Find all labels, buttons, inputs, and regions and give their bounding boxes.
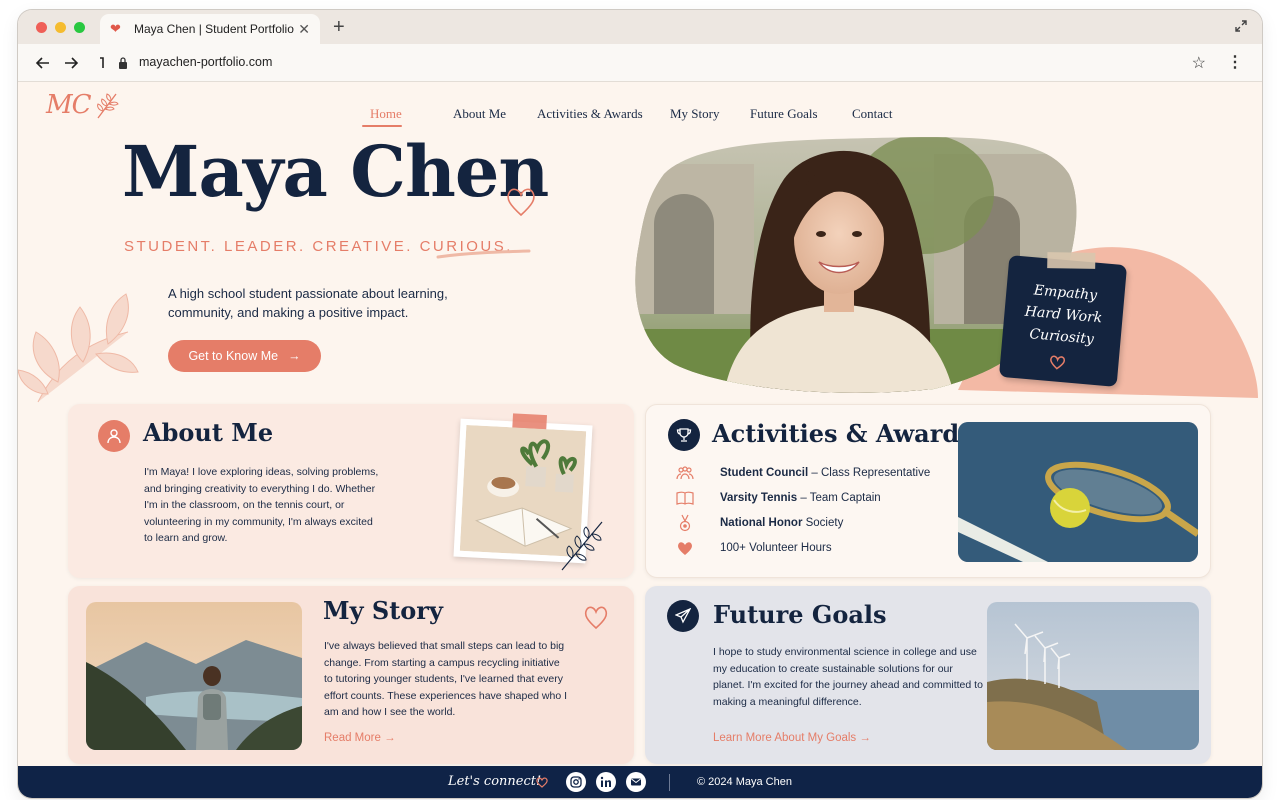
tab-close-icon[interactable]: ✕	[298, 21, 310, 38]
get-to-know-me-button[interactable]: Get to Know Me →	[168, 340, 321, 372]
about-me-card: About Me I'm Maya! I love exploring idea…	[68, 404, 634, 578]
heart-icon	[678, 542, 692, 555]
tennis-racket-photo	[958, 422, 1198, 562]
arrow-right-icon: →	[384, 732, 396, 744]
nav-future-goals[interactable]: Future Goals	[750, 106, 818, 122]
activity-detail: – Class Representative	[808, 467, 931, 479]
url-field[interactable]: mayachen-portfolio.com	[139, 55, 272, 69]
my-story-card: My Story I've always believed that small…	[68, 586, 634, 764]
my-story-body: I've always believed that small steps ca…	[324, 640, 568, 718]
about-me-title: About Me	[143, 418, 274, 447]
nav-activities-awards[interactable]: Activities & Awards	[537, 106, 643, 122]
person-icon	[98, 420, 130, 452]
forward-arrow-icon[interactable]	[62, 54, 80, 72]
activities-awards-title: Activities & Awards	[712, 419, 973, 448]
lets-connect-text: Let's connect!	[448, 774, 542, 789]
lock-icon	[119, 57, 127, 69]
maximize-window-button[interactable]	[74, 22, 85, 33]
hero-description: A high school student passionate about l…	[168, 286, 448, 320]
about-me-body: I'm Maya! I love exploring ideas, solvin…	[144, 466, 379, 544]
footer: Let's connect! © 2024 Maya Chen	[18, 766, 1262, 798]
minimize-window-button[interactable]	[55, 22, 66, 33]
close-window-button[interactable]	[36, 22, 47, 33]
address-bar: mayachen-portfolio.com ☆ ⋮	[18, 44, 1262, 82]
back-arrow-icon[interactable]	[34, 54, 52, 72]
activities-awards-card: Activities & Awards Student Council – Cl…	[645, 404, 1211, 578]
read-more-link[interactable]: Read More →	[324, 732, 396, 744]
instagram-icon[interactable]	[566, 772, 586, 792]
future-goals-card: Future Goals I hope to study environment…	[645, 586, 1211, 764]
heart-icon	[1050, 355, 1066, 370]
heart-doodle-icon	[507, 188, 535, 217]
nav-my-story[interactable]: My Story	[670, 106, 719, 122]
trophy-icon	[668, 419, 700, 451]
reload-icon[interactable]	[92, 54, 110, 72]
leaf-icon	[97, 93, 119, 119]
read-more-label: Read More	[324, 732, 381, 744]
bookmark-star-icon[interactable]: ☆	[1192, 53, 1206, 73]
linkedin-icon[interactable]	[596, 772, 616, 792]
future-goals-body: I hope to study environmental science in…	[713, 646, 983, 708]
arrow-right-icon: →	[859, 732, 871, 744]
list-item: Student Council – Class Representative	[676, 463, 956, 483]
nav-home[interactable]: Home	[370, 106, 402, 122]
activity-detail: – Team Captain	[797, 492, 881, 504]
learn-more-goals-label: Learn More About My Goals	[713, 732, 857, 744]
site-logo[interactable]: MC	[46, 90, 92, 120]
activity-detail: Society	[802, 517, 844, 529]
active-nav-underline	[362, 125, 402, 127]
wind-turbines-photo	[987, 602, 1199, 750]
group-icon	[676, 466, 694, 480]
arrow-right-icon: →	[288, 349, 301, 363]
tab-title: Maya Chen | Student Portfolio	[134, 22, 294, 36]
mountain-hiker-photo	[86, 602, 302, 750]
activity-name: National Honor	[720, 517, 803, 529]
book-icon	[676, 491, 694, 505]
sprig-doodle-icon	[561, 521, 603, 571]
browser-menu-icon[interactable]: ⋮	[1227, 52, 1243, 72]
new-tab-icon[interactable]: +	[333, 16, 345, 39]
heart-favicon-icon: ❤	[110, 21, 121, 36]
activity-name: Student Council	[720, 467, 809, 479]
resize-icon[interactable]	[1234, 19, 1248, 33]
portfolio-page: MC Home About Me Activities & Awards My …	[18, 82, 1262, 798]
future-goals-title: Future Goals	[713, 600, 887, 629]
paper-plane-icon	[667, 600, 699, 632]
brush-stroke-decoration	[436, 249, 531, 259]
hero-name: Maya Chen	[122, 130, 549, 213]
tab-strip: ❤ Maya Chen | Student Portfolio ✕ +	[18, 10, 1262, 44]
values-note-card: Empathy Hard Work Curiosity	[998, 252, 1128, 387]
activity-detail: 100+ Volunteer Hours	[720, 542, 832, 554]
browser-tab[interactable]: ❤ Maya Chen | Student Portfolio ✕	[100, 14, 320, 44]
my-story-title: My Story	[323, 596, 443, 625]
nav-contact[interactable]: Contact	[852, 106, 892, 122]
medal-icon	[679, 514, 691, 532]
copyright-text: © 2024 Maya Chen	[697, 776, 792, 788]
list-item: Varsity Tennis – Team Captain	[676, 488, 956, 508]
learn-more-goals-link[interactable]: Learn More About My Goals →	[713, 732, 871, 744]
footer-divider	[669, 774, 670, 791]
decorative-leaves-icon	[18, 293, 139, 403]
heart-icon	[536, 777, 548, 788]
email-icon[interactable]	[626, 772, 646, 792]
tape-decoration	[1047, 252, 1096, 269]
cta-label: Get to Know Me	[188, 349, 279, 363]
list-item: 100+ Volunteer Hours	[676, 538, 956, 558]
list-item: National Honor Society	[676, 513, 956, 533]
nav-about-me[interactable]: About Me	[453, 106, 506, 122]
activity-name: Varsity Tennis	[720, 492, 798, 504]
heart-doodle-icon	[584, 606, 608, 630]
browser-window: ❤ Maya Chen | Student Portfolio ✕ + maya…	[18, 10, 1262, 798]
